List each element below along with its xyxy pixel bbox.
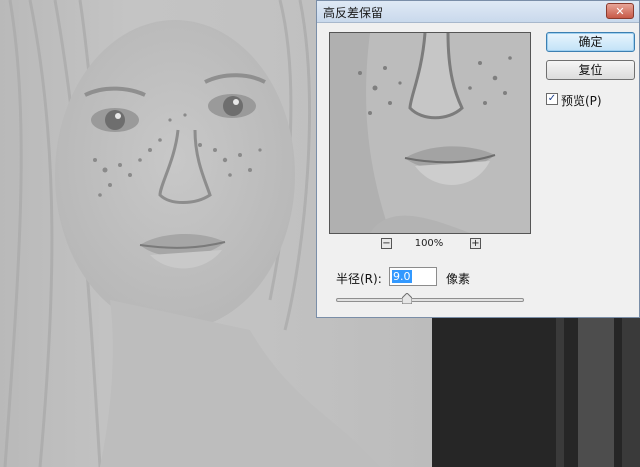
radius-input[interactable]: 9.0 xyxy=(389,267,437,286)
preview-checkbox[interactable]: ✓ xyxy=(546,93,558,105)
dialog-title: 高反差保留 xyxy=(323,6,384,20)
high-pass-dialog: 高反差保留 ✕ − 100% + 确定 复位 ✓ 预览(P) 半径(R): 9.… xyxy=(316,0,640,318)
radius-label: 半径(R): xyxy=(336,272,382,286)
panel-divider xyxy=(556,318,564,467)
dialog-titlebar[interactable]: 高反差保留 ✕ xyxy=(317,1,639,23)
zoom-controls: − 100% + xyxy=(329,237,529,253)
panel-strip xyxy=(578,318,614,467)
zoom-in-icon: + xyxy=(471,238,480,249)
preview-label: 预览(P) xyxy=(561,94,602,108)
zoom-in-button[interactable]: + xyxy=(470,238,481,249)
radius-value: 9.0 xyxy=(392,270,412,283)
panel-strip-right xyxy=(622,318,640,467)
zoom-level: 100% xyxy=(414,238,444,249)
close-icon: ✕ xyxy=(615,5,625,18)
preview-window[interactable] xyxy=(329,32,531,234)
close-button[interactable]: ✕ xyxy=(606,3,634,19)
radius-slider-track[interactable] xyxy=(336,298,524,302)
preview-image xyxy=(330,33,530,233)
radius-unit: 像素 xyxy=(446,272,471,286)
ok-button[interactable]: 确定 xyxy=(546,32,635,52)
radius-slider-thumb[interactable] xyxy=(402,293,413,304)
reset-button[interactable]: 复位 xyxy=(546,60,635,80)
checkmark-icon: ✓ xyxy=(547,93,557,104)
